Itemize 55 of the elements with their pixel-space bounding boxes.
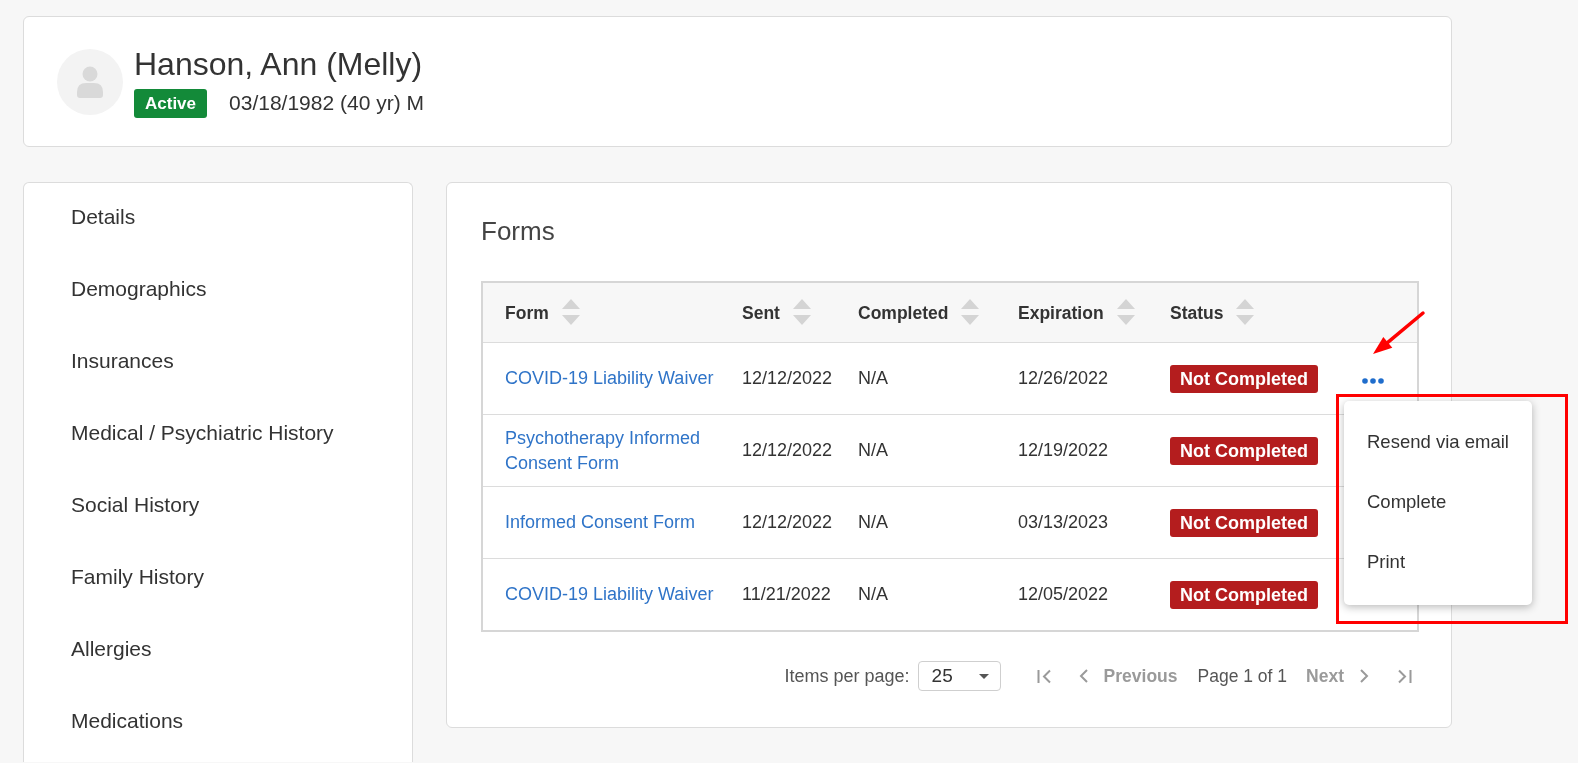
table-cell: N/A	[836, 558, 996, 631]
column-header[interactable]: Completed	[858, 302, 949, 323]
table-cell: 12/26/2022	[996, 342, 1148, 415]
status-badge: Not Completed	[1170, 436, 1318, 465]
menu-item[interactable]: Print	[1344, 532, 1532, 592]
sidebar-item[interactable]: Allergies	[24, 615, 412, 687]
table-cell: 12/05/2022	[996, 558, 1148, 631]
chevron-right-icon	[1360, 669, 1369, 683]
status-badge: Active	[134, 88, 208, 118]
table-cell: 12/12/2022	[720, 342, 836, 415]
form-link[interactable]: COVID-19 Liability Waiver	[505, 582, 714, 607]
status-badge: Not Completed	[1170, 364, 1318, 393]
menu-item[interactable]: Complete	[1344, 472, 1532, 532]
table-cell: N/A	[836, 414, 996, 487]
table-cell: 12/19/2022	[996, 414, 1148, 487]
avatar-icon	[57, 48, 123, 115]
menu-item[interactable]: Resend via email	[1344, 412, 1532, 472]
ellipsis-icon	[1362, 378, 1384, 384]
column-header[interactable]: Status	[1170, 302, 1224, 323]
table-cell: 03/13/2023	[996, 486, 1148, 559]
sort-icon[interactable]	[1116, 299, 1135, 326]
sidebar-item[interactable]: Social History	[24, 471, 412, 543]
status-badge: Not Completed	[1170, 508, 1318, 537]
section-title: Forms	[481, 216, 556, 246]
sidebar-item[interactable]: Insurances	[24, 327, 412, 399]
form-link[interactable]: Informed Consent Form	[505, 510, 696, 535]
items-per-page-label: Items per page:	[784, 665, 910, 687]
column-header[interactable]: Form	[505, 302, 549, 323]
form-link[interactable]: COVID-19 Liability Waiver	[505, 366, 714, 391]
table-cell: N/A	[836, 342, 996, 415]
sort-icon[interactable]	[561, 299, 580, 326]
first-page-icon	[1036, 668, 1052, 684]
page-info: Page 1 of 1	[1197, 665, 1288, 687]
sidebar-item[interactable]: Demographics	[24, 255, 412, 327]
status-badge: Not Completed	[1170, 580, 1318, 609]
last-page-icon	[1397, 668, 1412, 684]
patient-details: 03/18/1982 (40 yr) M	[229, 90, 424, 116]
sidebar-item[interactable]: Medical / Psychiatric History	[24, 399, 412, 471]
sort-icon[interactable]	[792, 299, 811, 326]
table-cell: 12/12/2022	[720, 414, 836, 487]
sidebar-item[interactable]: Medications	[24, 687, 412, 759]
table-cell: 12/12/2022	[720, 486, 836, 559]
sort-icon[interactable]	[961, 299, 980, 326]
column-header[interactable]: Sent	[742, 302, 780, 323]
sidebar-item[interactable]: Details	[24, 183, 412, 255]
table-cell: 11/21/2022	[720, 558, 836, 631]
chevron-left-icon	[1078, 669, 1088, 683]
sort-icon[interactable]	[1236, 299, 1255, 326]
form-link[interactable]: Psychotherapy Informed Consent Form	[505, 425, 719, 476]
patient-name: Hanson, Ann (Melly)	[134, 45, 424, 82]
page-size-select[interactable]: 25	[917, 661, 1001, 691]
sidebar-item[interactable]: Family History	[24, 543, 412, 615]
table-cell: N/A	[836, 486, 996, 559]
column-header[interactable]: Expiration	[1018, 302, 1104, 323]
caret-icon	[978, 673, 989, 679]
